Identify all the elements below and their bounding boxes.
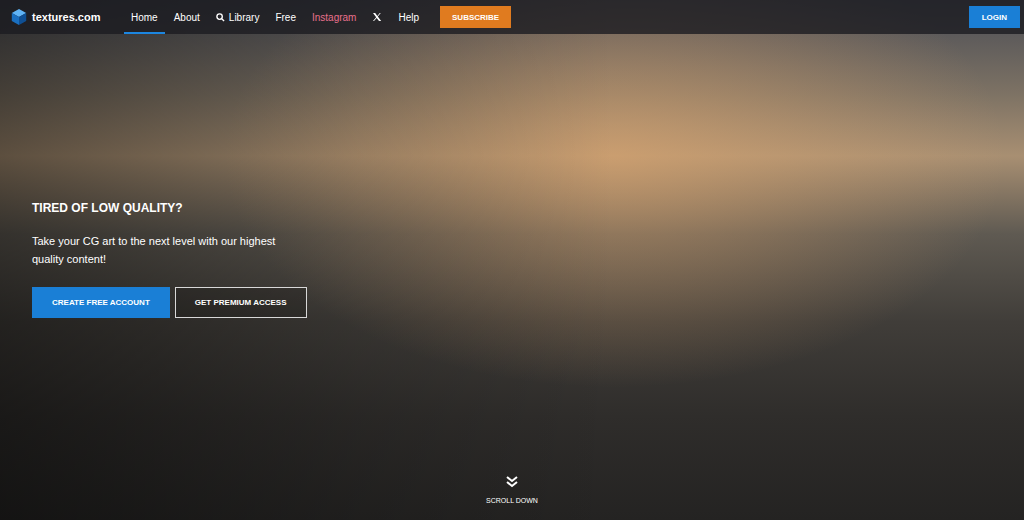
nav-item[interactable]: About bbox=[167, 0, 207, 34]
subscribe-button[interactable]: SUBSCRIBE bbox=[440, 6, 511, 28]
nav-bar: textures.com HomeAboutLibraryFreeInstagra… bbox=[0, 0, 1024, 34]
nav-item[interactable]: Help bbox=[391, 0, 426, 34]
scroll-down[interactable]: SCROLL DOWN bbox=[486, 475, 538, 504]
x-logo-icon bbox=[372, 12, 382, 22]
hero: TIRED OF LOW QUALITY? Take your CG art to… bbox=[0, 34, 1024, 520]
nav-item[interactable]: Free bbox=[268, 0, 303, 34]
logo[interactable]: textures.com bbox=[10, 8, 124, 26]
hero-title: TIRED OF LOW QUALITY? bbox=[32, 201, 1024, 215]
nav-list: HomeAboutLibraryFreeInstagram Help bbox=[124, 0, 426, 34]
nav-item[interactable]: Instagram bbox=[305, 0, 363, 34]
nav-item[interactable]: Library bbox=[209, 0, 267, 34]
hero-subtitle: Take your CG art to the next level with … bbox=[32, 232, 294, 268]
nav-item[interactable] bbox=[365, 0, 389, 34]
logo-cube-icon bbox=[10, 8, 28, 26]
hero-button[interactable]: GET PREMIUM ACCESS bbox=[175, 287, 307, 318]
hero-button[interactable]: CREATE FREE ACCOUNT bbox=[32, 287, 170, 318]
scroll-down-label: SCROLL DOWN bbox=[486, 497, 538, 504]
logo-text: textures.com bbox=[32, 11, 100, 23]
home-page: textures.com HomeAboutLibraryFreeInstagra… bbox=[0, 0, 1024, 520]
chevron-down-icon bbox=[505, 475, 519, 489]
search-icon bbox=[216, 13, 225, 22]
nav-item[interactable]: Home bbox=[124, 0, 165, 34]
hero-buttons: CREATE FREE ACCOUNTGET PREMIUM ACCESS bbox=[32, 287, 1024, 318]
login-button[interactable]: LOGIN bbox=[969, 6, 1020, 28]
